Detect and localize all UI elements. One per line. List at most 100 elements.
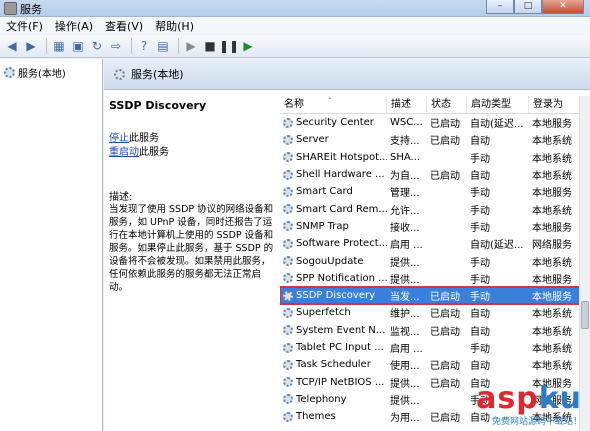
service-startup-cell: 手动	[470, 222, 490, 234]
service-description-cell: 提供...	[390, 378, 420, 390]
service-description-cell: 提供...	[390, 257, 420, 269]
service-description-cell: 为用...	[390, 413, 420, 425]
menu-file[interactable]: 文件(F)	[0, 18, 49, 34]
service-name-cell: Smart Card	[280, 186, 387, 197]
service-startup-cell: 自动(延迟...	[470, 119, 524, 131]
table-row[interactable]: SPP Notification ... 提供... 手动 本地服务	[280, 270, 590, 287]
table-row[interactable]: Smart Card Rem... 允许... 手动 本地系统	[280, 200, 590, 217]
toolbar: ◀ ▶ ▦ ▣ ↻ ⇨ ? ▤ ▶ ■ ❚❚ ▶	[0, 35, 590, 58]
services-panel: 服务(本地) SSDP Discovery 停止此服务 重启动此服务 描述: 当…	[104, 59, 590, 431]
services-app-icon	[4, 2, 17, 15]
service-startup-cell: 自动	[470, 171, 490, 183]
service-startup-cell: 手动	[470, 153, 490, 165]
pause-icon[interactable]: ❚❚	[219, 38, 239, 54]
export-icon[interactable]: ⇨	[108, 38, 124, 54]
column-startup-type[interactable]: 启动类型	[467, 96, 529, 113]
table-row[interactable]: Security Center WSC... 已启动 自动(延迟... 本地服务	[280, 114, 590, 131]
service-startup-cell: 自动	[470, 326, 490, 338]
restart-icon[interactable]: ▶	[240, 38, 256, 54]
table-row[interactable]: SHAREit Hotspot... SHA... 手动 本地系统	[280, 149, 590, 166]
service-name-cell: Security Center	[280, 117, 387, 128]
service-status-cell: 已启动	[430, 378, 460, 390]
table-row[interactable]: Smart Card 管理... 手动 本地服务	[280, 183, 590, 200]
service-status-cell: 已启动	[430, 119, 460, 131]
forward-icon[interactable]: ▶	[23, 38, 39, 54]
service-status-cell: 已启动	[430, 171, 460, 183]
service-description-cell: 维护...	[390, 309, 420, 321]
gear-icon	[283, 273, 293, 284]
service-status-cell: 已启动	[430, 292, 460, 304]
scrollbar-thumb[interactable]	[581, 301, 589, 329]
table-row[interactable]: Task Scheduler 使用... 已启动 自动 本地系统	[280, 356, 590, 373]
properties-icon[interactable]: ▣	[70, 38, 86, 54]
console-icon[interactable]: ▦	[51, 38, 67, 54]
restart-service-link[interactable]: 重启动	[109, 147, 139, 158]
panel-header: 服务(本地)	[104, 59, 590, 90]
help-icon[interactable]: ?	[136, 38, 152, 54]
watermark-brand-b: ku	[538, 381, 582, 416]
service-startup-cell: 手动	[470, 205, 490, 217]
view-icon[interactable]: ▤	[155, 38, 171, 54]
restart-suffix: 此服务	[139, 147, 169, 158]
gear-icon	[283, 411, 293, 422]
table-row[interactable]: Tablet PC Input ... 启用 ... 手动 本地系统	[280, 339, 590, 356]
gear-icon	[283, 256, 293, 267]
service-name-cell: Software Protect...	[280, 238, 387, 249]
service-startup-cell: 自动	[470, 361, 490, 373]
service-status-cell: 已启动	[430, 361, 460, 373]
stop-icon[interactable]: ■	[202, 38, 218, 54]
service-status-cell: 已启动	[430, 413, 460, 425]
service-startup-cell: 自动(延迟...	[470, 240, 524, 252]
back-icon[interactable]: ◀	[4, 38, 20, 54]
service-name-cell: SHAREit Hotspot...	[280, 152, 387, 163]
menu-view[interactable]: 查看(V)	[99, 18, 149, 34]
service-description-cell: 当发...	[390, 292, 420, 304]
gear-icon	[114, 68, 125, 80]
service-status-cell: 已启动	[430, 326, 460, 338]
menu-help[interactable]: 帮助(H)	[149, 18, 200, 34]
minimize-button[interactable]: –	[486, 0, 514, 14]
table-row[interactable]: SSDP Discovery 当发... 已启动 手动 本地服务	[280, 285, 590, 306]
column-description[interactable]: 描述	[387, 96, 427, 113]
tree-item-services-local[interactable]: 服务(本地)	[4, 65, 66, 80]
service-status-cell: 已启动	[430, 136, 460, 148]
table-row[interactable]: SogouUpdate 提供... 手动 本地系统	[280, 252, 590, 269]
sort-asc-icon: ˆ	[328, 97, 332, 106]
service-description-cell: 允许...	[390, 205, 420, 217]
refresh-icon[interactable]: ↻	[89, 38, 105, 54]
gear-icon	[283, 325, 293, 336]
maximize-button[interactable]: □	[514, 0, 542, 14]
service-description-cell: SHA...	[390, 151, 421, 163]
close-button[interactable]: ✕	[542, 0, 584, 14]
restart-line: 重启动此服务	[109, 146, 277, 160]
menu-bar: 文件(F) 操作(A) 查看(V) 帮助(H)	[0, 17, 590, 34]
service-name-cell: Superfetch	[280, 307, 387, 318]
service-name-cell: SSDP Discovery	[280, 290, 387, 301]
table-row[interactable]: SNMP Trap 接收... 手动 本地服务	[280, 218, 590, 235]
tree-item-label: 服务(本地)	[18, 69, 66, 80]
description-label: 描述:	[109, 192, 133, 203]
table-row[interactable]: Superfetch 维护... 已启动 自动 本地系统	[280, 304, 590, 321]
stop-service-link[interactable]: 停止	[109, 133, 129, 144]
service-description-cell: 接收...	[390, 222, 420, 234]
table-row[interactable]: Shell Hardware ... 为自... 已启动 自动 本地系统	[280, 166, 590, 183]
service-startup-cell: 自动	[470, 309, 490, 321]
menu-action[interactable]: 操作(A)	[49, 18, 99, 34]
column-status[interactable]: 状态	[427, 96, 467, 113]
service-name-cell: TCP/IP NetBIOS ...	[280, 377, 387, 388]
table-row[interactable]: System Event N... 监视... 已启动 自动 本地系统	[280, 322, 590, 339]
title-bar: 服务 – □ ✕	[0, 0, 590, 17]
table-row[interactable]: Software Protect... 启用 ... 自动(延迟... 网络服务	[280, 235, 590, 252]
gear-icon	[4, 67, 15, 78]
service-name-cell: Tablet PC Input ...	[280, 342, 387, 353]
service-name-cell: SPP Notification ...	[280, 273, 387, 284]
column-name[interactable]: 名称 ˆ	[280, 96, 387, 113]
service-description-cell: 启用 ...	[390, 344, 423, 355]
service-status-cell: 已启动	[430, 309, 460, 321]
service-startup-cell: 手动	[470, 274, 490, 286]
table-row[interactable]: Server 支持... 已启动 自动 本地系统	[280, 131, 590, 148]
play-icon[interactable]: ▶	[183, 38, 199, 54]
panel-title: 服务(本地)	[131, 68, 184, 81]
service-details: SSDP Discovery 停止此服务 重启动此服务 描述: 当发现了使用 S…	[109, 99, 277, 294]
description-text: 当发现了使用 SSDP 协议的网络设备和服务，如 UPnP 设备，同时还报告了运…	[109, 204, 274, 293]
